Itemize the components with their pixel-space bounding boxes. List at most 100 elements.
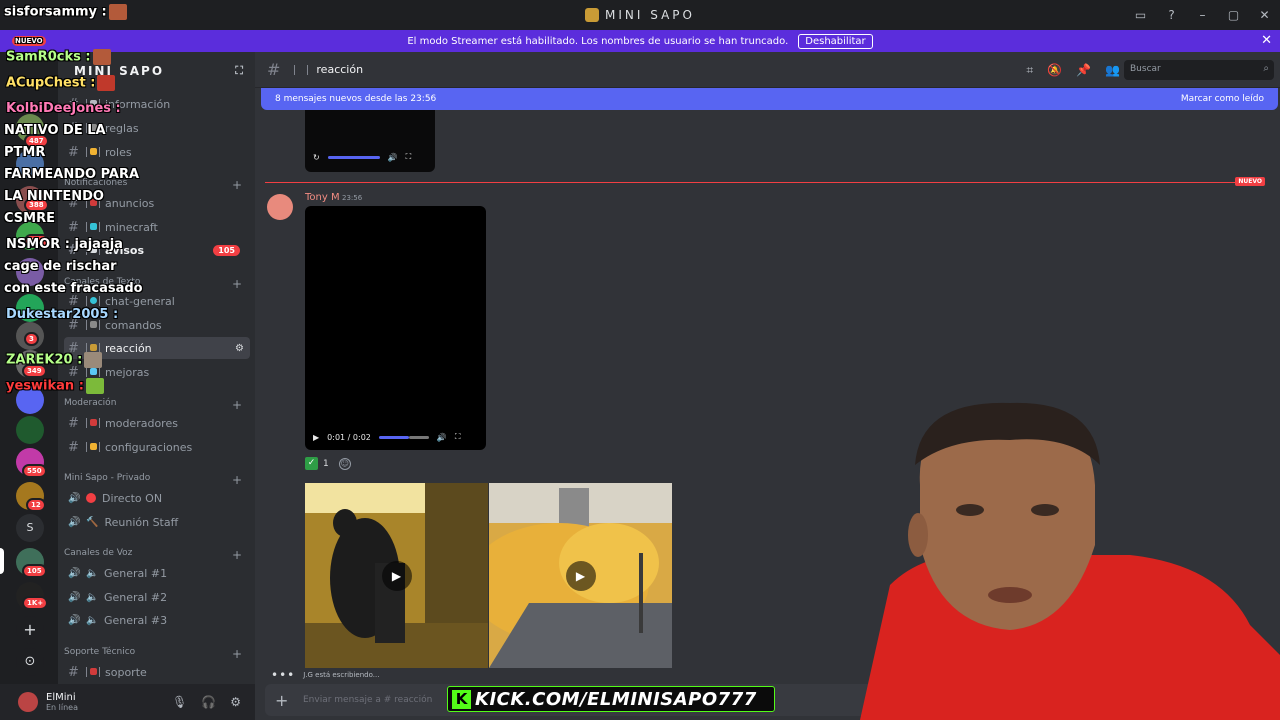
server-avatar[interactable] [16,150,44,178]
search-input[interactable]: Buscar ⌕ [1124,60,1274,80]
inbox-icon[interactable]: ▭ [1125,8,1156,22]
voice-general-1[interactable]: 🔊 🔈 General #1 [64,562,250,584]
channel-soporte[interactable]: # soporte [64,661,250,683]
message-author[interactable]: Tony M [305,192,340,203]
headphones-icon[interactable]: 🎧 [201,695,216,709]
attach-plus-icon[interactable]: + [275,691,288,710]
channel-comandos[interactable]: # comandos [64,314,250,336]
add-channel-icon[interactable]: + [232,473,242,487]
add-reaction-icon[interactable]: ☺ [338,457,351,470]
channel-moderadores[interactable]: # moderadores [64,412,250,434]
user-avatar[interactable] [18,692,38,712]
channel-avisos[interactable]: # avisos 105 [64,239,250,261]
mute-bell-icon[interactable]: 🔕 [1047,63,1062,78]
typing-text: J.G está escribiendo... [303,671,380,679]
streamer-mode-banner: El modo Streamer está habilitado. Los no… [0,30,1280,52]
volume-icon[interactable]: 🔊 [388,153,398,162]
channel-label: General #2 [104,590,168,604]
add-channel-icon[interactable]: + [232,548,242,562]
help-icon[interactable]: ? [1156,8,1187,22]
new-messages-bar[interactable]: 8 mensajes nuevos desde las 23:56 Marcar… [261,88,1278,110]
channel-minecraft[interactable]: # minecraft [64,216,250,238]
hash-icon: # [68,120,79,136]
search-placeholder: Buscar [1130,64,1161,74]
new-messages-text: 8 mensajes nuevos desde las 23:56 [275,94,437,104]
close-window-button[interactable]: ✕ [1249,8,1280,22]
server-avatar[interactable] [16,416,44,444]
channel-informacion[interactable]: # información [64,93,250,115]
new-label: NUEVO [1235,177,1265,186]
play-icon[interactable]: ▶ [313,433,319,442]
voice-general-2[interactable]: 🔊 🔈 General #2 [64,586,250,608]
video-player-previous[interactable]: ↻ 🔊 ⛶ [305,110,435,172]
category-notificaciones[interactable]: Notificaciones + [64,178,250,192]
channel-emoji-icon [86,343,100,353]
disable-streamer-button[interactable]: Deshabilitar [798,33,873,49]
mention-badge: 349 [22,364,47,378]
minimize-button[interactable]: – [1187,8,1218,22]
channel-label: chat-general [105,294,175,308]
title-bar: MINI SAPO ▭ ? – ▢ ✕ [0,0,1280,30]
server-avatar[interactable] [16,258,44,286]
channel-label: mejoras [105,365,150,379]
category-canales-texto[interactable]: Canales de Texto + [64,277,250,291]
channel-chat-general[interactable]: # chat-general [64,290,250,312]
server-avatar[interactable] [16,294,44,322]
volume-icon[interactable]: 🔊 [437,433,447,442]
mention-badge: 3 [24,332,39,346]
threads-icon[interactable]: ⌗ [1026,63,1033,78]
video-thumbnail-fight[interactable]: ▶ [305,483,488,668]
mention-badge: 550 [22,464,47,478]
channel-settings-icon[interactable]: ⚙ [235,343,244,354]
channel-emoji-icon [294,64,309,75]
mark-read-button[interactable]: Marcar como leído [1181,94,1264,104]
members-icon[interactable]: 👥 [1105,63,1120,78]
play-icon[interactable]: ▶ [565,560,596,591]
channel-reaccion[interactable]: # reacción ⚙ [64,337,250,359]
voice-reunion-staff[interactable]: 🔊 🔨 Reunión Staff [64,511,250,533]
add-channel-icon[interactable]: + [232,277,242,291]
explore-icon[interactable]: ⊙ [16,648,44,676]
replay-icon[interactable]: ↻ [313,153,320,162]
category-canales-voz[interactable]: Canales de Voz + [64,548,250,562]
volume-bar[interactable] [327,155,380,159]
server-avatar[interactable] [16,386,44,414]
microphone-icon[interactable]: 🎙 [172,695,187,709]
server-letter-s[interactable]: S [16,514,44,542]
channel-anuncios[interactable]: # anuncios [64,192,250,214]
speaker-icon: 🔊 [68,567,81,579]
voice-general-3[interactable]: 🔊 🔈 General #3 [64,609,250,631]
maximize-button[interactable]: ▢ [1218,8,1249,22]
reaction-check[interactable]: ✓ 1 [305,457,329,470]
add-server-icon[interactable]: + [16,616,44,644]
channel-label: reglas [105,121,139,135]
channel-label: anuncios [105,196,155,210]
category-moderacion[interactable]: Moderación + [64,398,250,412]
message-author-avatar[interactable] [267,194,293,220]
fullscreen-icon[interactable]: ⛶ [455,432,461,442]
channel-reglas[interactable]: # reglas [64,117,250,139]
pin-icon[interactable]: 📌 [1076,63,1091,78]
settings-gear-icon[interactable]: ⚙ [230,695,241,709]
add-channel-icon[interactable]: + [232,398,242,412]
add-channel-icon[interactable]: + [232,178,242,192]
channel-roles[interactable]: # roles [64,141,250,163]
channel-emoji-icon [86,198,100,208]
kick-url-text: KICK.COM/ELMINISAPO777 [475,688,757,710]
video-thumbnail-explosion[interactable]: ▶ [489,483,672,668]
category-privado[interactable]: Mini Sapo - Privado + [64,473,250,487]
channel-configuraciones[interactable]: # configuraciones [64,436,250,458]
voice-directo-on[interactable]: 🔊 Directo ON [64,487,250,509]
add-channel-icon[interactable]: + [232,647,242,661]
hash-icon: # [68,415,79,431]
progress-bar[interactable] [378,435,429,439]
close-banner-icon[interactable]: ✕ [1261,33,1272,48]
invite-icon[interactable]: ⛶ [235,64,245,78]
server-header[interactable]: MINI SAPO ⛶ [58,52,255,90]
category-soporte[interactable]: Soporte Técnico + [64,647,250,661]
channel-mejoras[interactable]: # mejoras [64,361,250,383]
play-icon[interactable]: ▶ [381,560,412,591]
video-player[interactable]: ▶ 0:01 / 0:02 🔊 ⛶ [305,206,486,450]
fullscreen-icon[interactable]: ⛶ [406,152,412,162]
channel-emoji-icon [86,99,100,109]
